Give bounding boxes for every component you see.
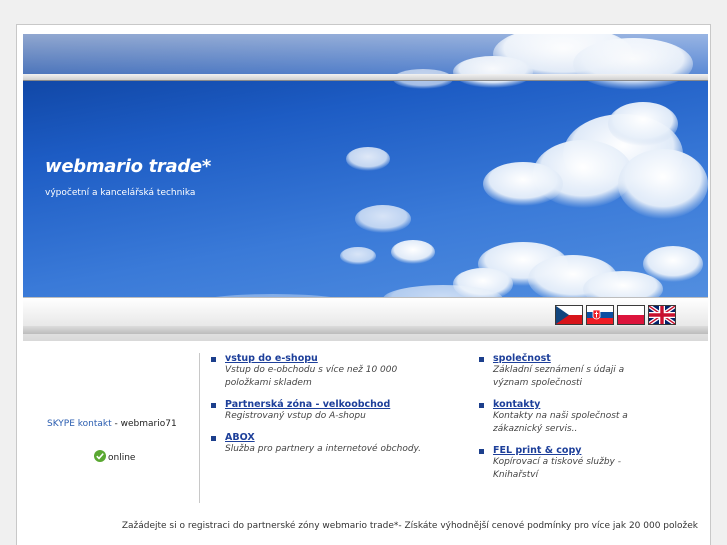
skype-status-label: online: [108, 453, 136, 463]
abox-description: Služba pro partnery a internetové obchod…: [225, 444, 422, 454]
site-subtitle: výpočetní a kancelářská technika: [45, 188, 196, 198]
footer-promo-text: Zažádejte si o registraci do partnerské …: [121, 521, 698, 531]
contacts-description: Kontakty na naši společnost a zákaznický…: [493, 411, 628, 434]
contacts-link[interactable]: kontakty: [493, 399, 709, 410]
company-description: Základní seznámení s údaji a význam spol…: [493, 365, 625, 388]
header-banner: webmario trade* výpočetní a kancelářská …: [23, 34, 708, 341]
bullet-icon: [479, 449, 484, 454]
menu-item-eshop: vstup do e-shopu Vstup do e-obchodu s ví…: [211, 353, 441, 390]
skype-contact: SKYPE kontakt - webmario71: [47, 419, 177, 429]
right-menu: společnost Základní seznámení s údaji a …: [479, 353, 709, 491]
menu-item-partner-zone: Partnerská zóna - velkoobchod Registrova…: [211, 399, 441, 423]
skype-status-icon: [94, 450, 106, 462]
bullet-icon: [479, 357, 484, 362]
company-link[interactable]: společnost: [493, 353, 709, 364]
skype-username: webmario71: [120, 419, 177, 429]
slovak-flag-icon[interactable]: [586, 305, 614, 325]
main-content: SKYPE kontakt - webmario71 online vstup …: [23, 345, 708, 545]
language-bar: [23, 297, 708, 341]
left-menu: vstup do e-shopu Vstup do e-obchodu s ví…: [211, 353, 441, 465]
polish-flag-icon[interactable]: [617, 305, 645, 325]
partner-zone-link[interactable]: Partnerská zóna - velkoobchod: [225, 399, 441, 410]
content-divider: [199, 353, 200, 503]
header-top-stripe: [23, 74, 708, 81]
eshop-link[interactable]: vstup do e-shopu: [225, 353, 441, 364]
menu-item-contacts: kontakty Kontakty na naši společnost a z…: [479, 399, 709, 436]
bullet-icon: [211, 403, 216, 408]
abox-link[interactable]: ABOX: [225, 432, 441, 443]
skype-status: online: [93, 449, 135, 463]
partner-zone-description: Registrovaný vstup do A-shopu: [225, 411, 366, 421]
bullet-icon: [211, 357, 216, 362]
page-container: webmario trade* výpočetní a kancelářská …: [16, 24, 711, 545]
skype-separator: -: [111, 419, 121, 429]
menu-item-fel-print: FEL print & copy Kopírovací a tiskové sl…: [479, 445, 709, 482]
bullet-icon: [479, 403, 484, 408]
bullet-icon: [211, 436, 216, 441]
skype-contact-link[interactable]: SKYPE kontakt: [47, 419, 112, 429]
czech-flag-icon[interactable]: [555, 305, 583, 325]
fel-print-link[interactable]: FEL print & copy: [493, 445, 709, 456]
eshop-description: Vstup do e-obchodu s více než 10 000 pol…: [225, 365, 398, 388]
language-bar-stripe: [23, 326, 708, 334]
menu-item-abox: ABOX Služba pro partnery a internetové o…: [211, 432, 441, 456]
site-title: webmario trade*: [45, 156, 211, 177]
fel-print-description: Kopírovací a tiskové služby - Knihařství: [493, 457, 621, 480]
uk-flag-icon[interactable]: [648, 305, 676, 325]
menu-item-company: společnost Základní seznámení s údaji a …: [479, 353, 709, 390]
